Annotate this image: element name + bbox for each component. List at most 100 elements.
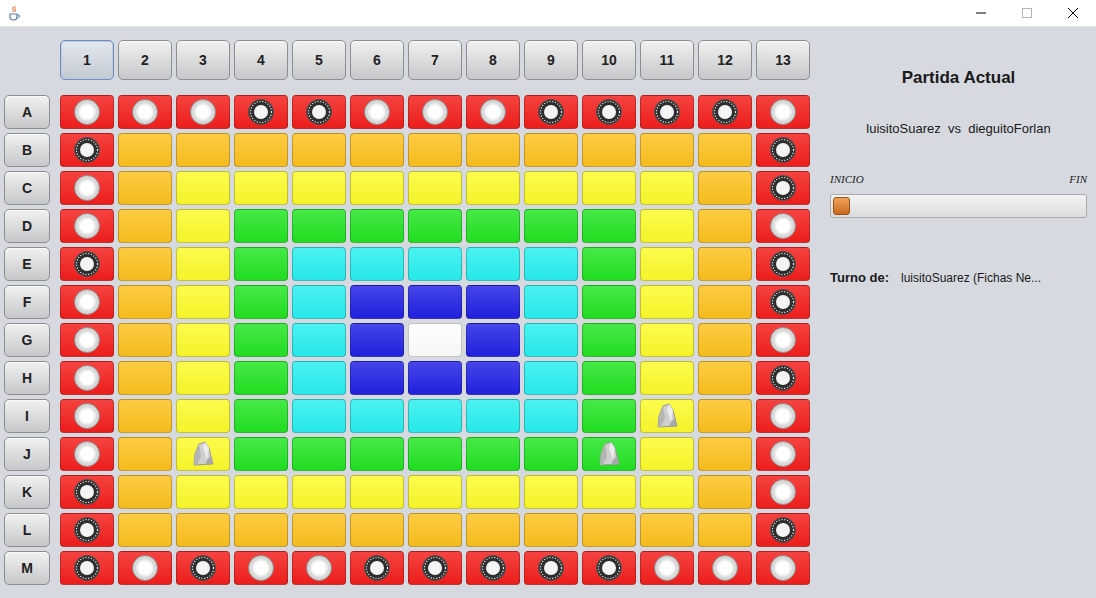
board-cell[interactable] [118,95,172,129]
board-cell[interactable] [698,361,752,395]
board-cell[interactable] [698,171,752,205]
board-cell[interactable] [756,209,810,243]
board-cell[interactable] [176,437,230,471]
board-cell[interactable] [118,209,172,243]
board-cell[interactable] [60,209,114,243]
board-cell[interactable] [756,437,810,471]
board-cell[interactable] [582,247,636,281]
column-header-button[interactable]: 4 [234,40,288,80]
replay-slider[interactable] [830,194,1087,218]
board-cell[interactable] [582,209,636,243]
board-cell[interactable] [698,209,752,243]
board-cell[interactable] [60,247,114,281]
board-cell[interactable] [350,133,404,167]
board-cell[interactable] [756,323,810,357]
row-header-button[interactable]: F [4,285,50,319]
board-cell[interactable] [350,171,404,205]
board-cell[interactable] [118,361,172,395]
board-cell[interactable] [756,133,810,167]
board-cell[interactable] [466,247,520,281]
board-cell[interactable] [640,437,694,471]
column-header-button[interactable]: 3 [176,40,230,80]
board-cell[interactable] [176,361,230,395]
board-cell[interactable] [582,285,636,319]
board-cell[interactable] [524,209,578,243]
board-cell[interactable] [756,513,810,547]
board-cell[interactable] [350,437,404,471]
board-cell[interactable] [524,285,578,319]
board-cell[interactable] [466,285,520,319]
row-header-button[interactable]: H [4,361,50,395]
board-cell[interactable] [60,133,114,167]
board-cell[interactable] [234,399,288,433]
board-cell[interactable] [756,171,810,205]
board-cell[interactable] [466,361,520,395]
board-cell[interactable] [466,513,520,547]
board-cell[interactable] [524,513,578,547]
board-cell[interactable] [234,513,288,547]
board-cell[interactable] [118,551,172,585]
board-cell[interactable] [640,95,694,129]
board-cell[interactable] [640,513,694,547]
board-cell[interactable] [640,171,694,205]
board-cell[interactable] [350,209,404,243]
board-cell[interactable] [118,247,172,281]
row-header-button[interactable]: C [4,171,50,205]
board-cell[interactable] [524,247,578,281]
slider-thumb[interactable] [833,197,850,215]
board-cell[interactable] [350,399,404,433]
board-cell[interactable] [756,247,810,281]
board-cell[interactable] [466,399,520,433]
board-cell[interactable] [582,171,636,205]
board-cell[interactable] [350,361,404,395]
column-header-button[interactable]: 12 [698,40,752,80]
board-cell[interactable] [176,95,230,129]
board-cell[interactable] [292,95,346,129]
board-cell[interactable] [176,171,230,205]
board-cell[interactable] [292,551,346,585]
board-cell[interactable] [350,551,404,585]
row-header-button[interactable]: B [4,133,50,167]
board-cell[interactable] [698,475,752,509]
board-cell[interactable] [176,513,230,547]
board-cell[interactable] [408,513,462,547]
board-cell[interactable] [292,475,346,509]
board-cell[interactable] [176,399,230,433]
board-cell[interactable] [350,247,404,281]
column-header-button[interactable]: 13 [756,40,810,80]
board-cell[interactable] [466,551,520,585]
board-cell[interactable] [408,551,462,585]
board-cell[interactable] [118,171,172,205]
board-cell[interactable] [582,361,636,395]
board-cell[interactable] [698,551,752,585]
board-cell[interactable] [234,437,288,471]
board-cell[interactable] [60,323,114,357]
board-cell[interactable] [118,437,172,471]
board-cell[interactable] [234,323,288,357]
board-cell[interactable] [292,399,346,433]
board-cell[interactable] [698,285,752,319]
board-cell[interactable] [466,475,520,509]
board-cell[interactable] [408,133,462,167]
board-cell[interactable] [60,437,114,471]
board-cell[interactable] [756,551,810,585]
maximize-button[interactable] [1004,0,1050,26]
board-cell[interactable] [524,437,578,471]
board-cell[interactable] [640,551,694,585]
board-cell[interactable] [466,323,520,357]
board-cell[interactable] [234,95,288,129]
board-cell[interactable] [350,513,404,547]
board-cell[interactable] [234,285,288,319]
column-header-button[interactable]: 9 [524,40,578,80]
board-cell[interactable] [292,247,346,281]
board-cell[interactable] [118,133,172,167]
board-cell[interactable] [350,95,404,129]
board-cell[interactable] [466,437,520,471]
board-cell[interactable] [756,361,810,395]
board-cell[interactable] [408,285,462,319]
board-cell[interactable] [698,399,752,433]
board-cell[interactable] [408,437,462,471]
column-header-button[interactable]: 10 [582,40,636,80]
board-cell[interactable] [698,513,752,547]
board-cell[interactable] [60,475,114,509]
